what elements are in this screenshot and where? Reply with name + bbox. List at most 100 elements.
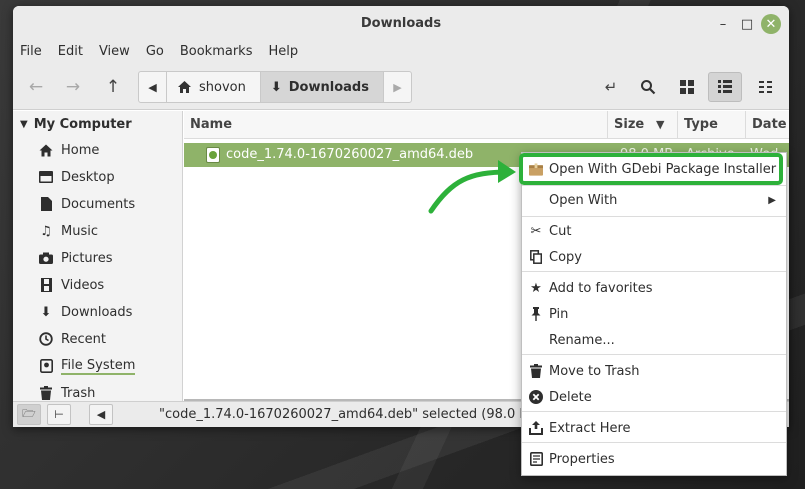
- menu-item-add-to-favorites[interactable]: ★ Add to favorites: [522, 275, 786, 301]
- list-view-icon[interactable]: [708, 72, 742, 102]
- compact-view-icon[interactable]: [749, 72, 783, 102]
- clock-icon: [39, 332, 53, 346]
- delete-icon: [529, 390, 543, 404]
- sidebar-item-videos[interactable]: Videos: [39, 274, 104, 296]
- copy-icon: [529, 250, 543, 264]
- back-arrow-icon[interactable]: ←: [19, 72, 53, 102]
- submenu-arrow-icon: ▶: [768, 194, 776, 206]
- menu-item-copy[interactable]: Copy: [522, 244, 786, 270]
- drive-icon: [39, 359, 53, 373]
- menu-help[interactable]: Help: [260, 42, 306, 64]
- sidebar-item-pictures[interactable]: Pictures: [39, 247, 112, 269]
- forward-arrow-icon[interactable]: →: [56, 72, 90, 102]
- menu-separator: [522, 271, 786, 272]
- menubar: File Edit View Go Bookmarks Help: [13, 42, 789, 64]
- menu-item-label: Add to favorites: [549, 280, 653, 296]
- download-icon: ⬇: [270, 79, 282, 95]
- breadcrumb-home-label: shovon: [199, 79, 246, 95]
- menu-item-pin[interactable]: Pin: [522, 301, 786, 327]
- show-places-icon[interactable]: 🗁: [17, 404, 41, 425]
- document-icon: [39, 197, 53, 211]
- path-right-chevron-icon[interactable]: ▶: [382, 72, 411, 102]
- menu-item-label: Properties: [549, 451, 615, 467]
- menu-item-open-with[interactable]: Open With ▶: [522, 187, 786, 213]
- sidebar-item-label: Videos: [61, 277, 105, 293]
- status-text: "code_1.74.0-1670260027_amd64.deb" selec…: [159, 407, 549, 422]
- sidebar-item-trash[interactable]: Trash: [39, 382, 95, 401]
- minimize-icon[interactable]: –: [713, 14, 733, 34]
- menu-edit[interactable]: Edit: [50, 42, 91, 64]
- sidebar-item-music[interactable]: ♫ Music: [39, 220, 98, 242]
- trash-icon: [39, 386, 53, 400]
- annotation-highlight-box: [519, 153, 783, 185]
- sidebar-item-label: Desktop: [61, 169, 115, 185]
- column-name[interactable]: Name: [184, 111, 607, 139]
- desktop-icon: [39, 171, 53, 183]
- home-icon: [178, 81, 191, 93]
- menu-item-move-to-trash[interactable]: Move to Trash: [522, 358, 786, 384]
- home-icon: [39, 144, 53, 157]
- sidebar-item-label: Trash: [61, 385, 96, 401]
- path-left-chevron-icon[interactable]: ◀: [139, 72, 167, 102]
- menu-item-cut[interactable]: ✂ Cut: [522, 218, 786, 244]
- camera-icon: [39, 252, 53, 264]
- up-arrow-icon[interactable]: ↑: [96, 72, 130, 102]
- column-size-label: Size: [614, 117, 645, 132]
- titlebar: Downloads – □ ✕: [13, 6, 789, 42]
- sidebar-item-documents[interactable]: Documents: [39, 193, 135, 215]
- breadcrumb-downloads[interactable]: ⬇ Downloads: [259, 72, 383, 102]
- sidebar-item-label: Downloads: [61, 304, 133, 320]
- menu-file[interactable]: File: [13, 42, 50, 64]
- film-icon: [39, 278, 53, 292]
- column-date[interactable]: Date M: [745, 111, 789, 139]
- menu-item-extract-here[interactable]: Extract Here: [522, 415, 786, 441]
- expander-down-icon: ▼: [20, 119, 28, 130]
- menu-item-label: Open With: [549, 192, 618, 208]
- breadcrumb-home[interactable]: shovon: [167, 72, 260, 102]
- sidebar-item-home[interactable]: Home: [39, 139, 99, 161]
- music-icon: ♫: [40, 223, 52, 239]
- toggle-location-icon[interactable]: ↵: [594, 72, 628, 102]
- menu-bookmarks[interactable]: Bookmarks: [172, 42, 261, 64]
- download-icon: ⬇: [40, 304, 52, 320]
- sidebar-item-desktop[interactable]: Desktop: [39, 166, 115, 188]
- deb-package-icon: [206, 147, 220, 163]
- close-icon[interactable]: ✕: [761, 14, 781, 34]
- sidebar-item-label: Music: [61, 223, 98, 239]
- hide-sidebar-icon[interactable]: ◀: [89, 404, 113, 425]
- sidebar-item-label: Home: [61, 142, 100, 158]
- menu-go[interactable]: Go: [138, 42, 172, 64]
- menu-item-label: Copy: [549, 249, 582, 265]
- menu-view[interactable]: View: [91, 42, 138, 64]
- column-header-row: Name Size ▼ Type Date M: [184, 111, 789, 139]
- column-size[interactable]: Size ▼: [607, 111, 677, 139]
- menu-item-delete[interactable]: Delete: [522, 384, 786, 410]
- menu-separator: [522, 442, 786, 443]
- menu-item-label: Cut: [549, 223, 572, 239]
- sidebar-item-label: Recent: [61, 331, 106, 347]
- sidebar-heading[interactable]: ▼ My Computer: [20, 117, 132, 132]
- menu-item-rename[interactable]: Rename...: [522, 327, 786, 353]
- toolbar: ← → ↑ ◀ shovon ⬇ Downloads ▶ ↵: [13, 64, 789, 110]
- breadcrumb-downloads-label: Downloads: [288, 79, 369, 95]
- window-title: Downloads: [360, 16, 442, 31]
- sidebar-item-recent[interactable]: Recent: [39, 328, 106, 350]
- menu-separator: [522, 216, 786, 217]
- search-icon[interactable]: [631, 72, 665, 102]
- show-treeview-icon[interactable]: ⊢: [47, 404, 71, 425]
- sidebar-item-file-system[interactable]: File System: [39, 355, 136, 377]
- column-type[interactable]: Type: [677, 111, 745, 139]
- maximize-icon[interactable]: □: [737, 14, 757, 34]
- menu-item-label: Delete: [549, 389, 592, 405]
- sort-descending-icon: ▼: [656, 118, 665, 131]
- menu-item-label: Extract Here: [549, 420, 631, 436]
- sidebar-item-label: Pictures: [61, 250, 113, 266]
- sidebar-item-downloads[interactable]: ⬇ Downloads: [39, 301, 133, 323]
- menu-item-label: Pin: [549, 306, 569, 322]
- menu-item-properties[interactable]: Properties: [522, 446, 786, 472]
- star-icon: ★: [530, 280, 542, 296]
- trash-icon: [529, 364, 543, 378]
- icon-view-icon[interactable]: [670, 72, 704, 102]
- sidebar-item-label: Documents: [61, 196, 136, 212]
- scissors-icon: ✂: [530, 223, 542, 239]
